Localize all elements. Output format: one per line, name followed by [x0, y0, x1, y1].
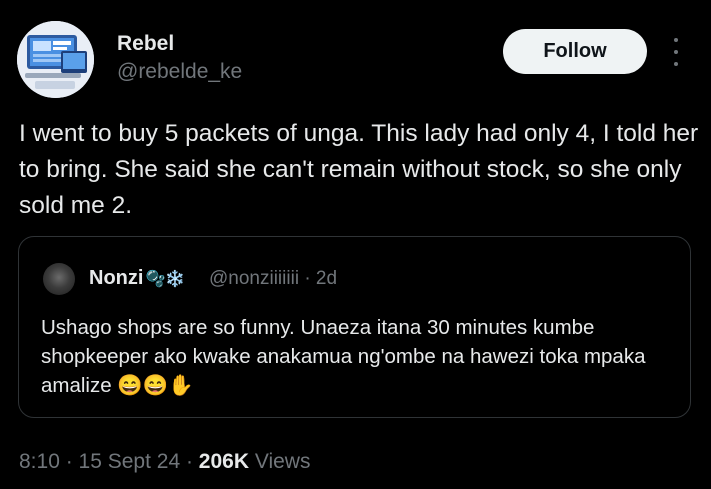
author-avatar[interactable]: [17, 21, 94, 98]
quoted-tweet-text: Ushago shops are so funny. Unaeza itana …: [41, 316, 646, 397]
more-dot: [674, 62, 678, 66]
follow-button[interactable]: Follow: [503, 29, 647, 74]
more-dot: [674, 38, 678, 42]
more-options-icon[interactable]: [666, 36, 686, 68]
tweet-meta: 8:10 · 15 Sept 24 · 206K Views: [19, 450, 310, 474]
views-label: Views: [249, 450, 311, 473]
quoted-author-avatar[interactable]: [43, 263, 75, 295]
tweet-timestamp[interactable]: 8:10 · 15 Sept 24 ·: [19, 450, 199, 473]
author-handle[interactable]: @rebelde_ke: [117, 60, 242, 84]
quoted-author-emoji: 🫧❄️: [145, 270, 186, 288]
author-name[interactable]: Rebel: [117, 32, 174, 56]
quoted-author-handle-row[interactable]: @nonziiiiiii · 2d: [209, 268, 337, 290]
quoted-author-name: Nonzi: [89, 267, 144, 289]
views-count: 206K: [198, 450, 249, 473]
quoted-tweet-age: · 2d: [304, 268, 338, 289]
author-avatar-image: [17, 21, 94, 98]
quoted-tweet[interactable]: Nonzi 🫧❄️ @nonziiiiiii · 2d Ushago shops…: [18, 236, 691, 418]
quoted-author-name-row[interactable]: Nonzi 🫧❄️: [89, 267, 185, 290]
tweet-text: I went to buy 5 packets of unga. This la…: [19, 120, 699, 219]
more-dot: [674, 50, 678, 54]
quoted-author-handle: @nonziiiiiii: [209, 268, 300, 289]
